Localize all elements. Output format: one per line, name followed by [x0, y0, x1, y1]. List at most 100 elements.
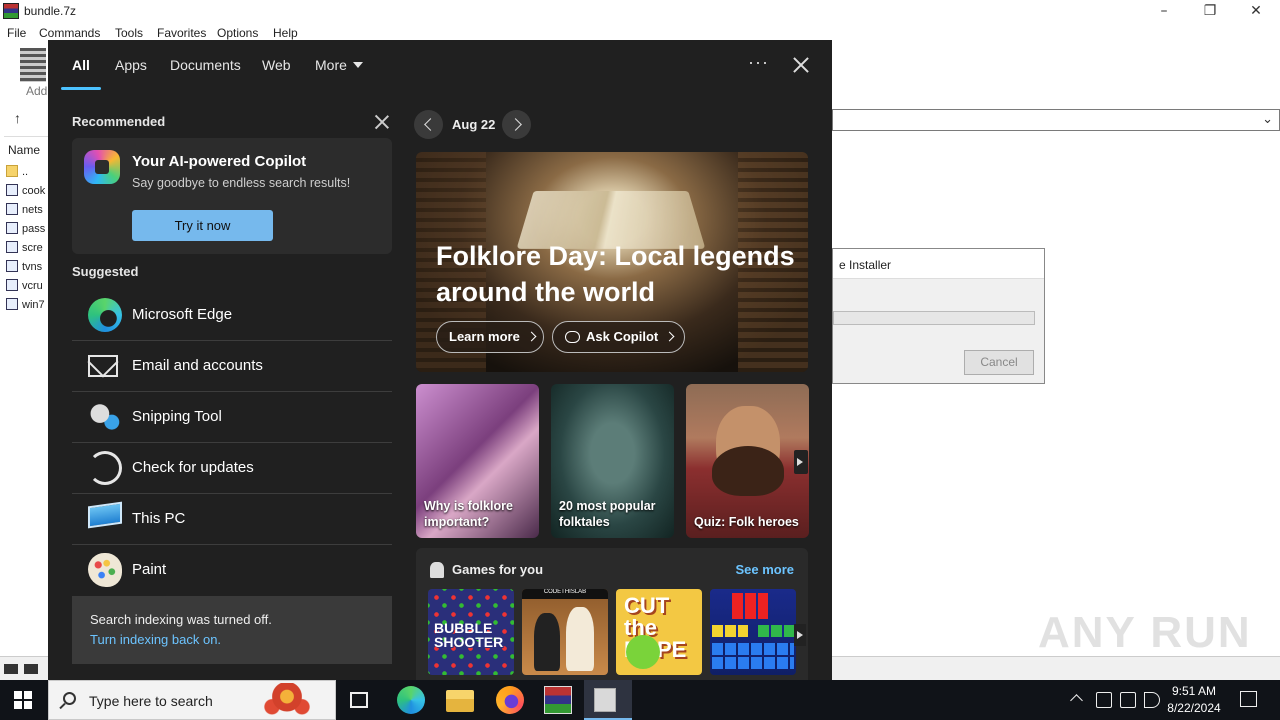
tab-web[interactable]: Web: [262, 57, 291, 73]
refresh-icon: [88, 451, 122, 485]
menu-file[interactable]: File: [7, 26, 26, 40]
black-king-image: [534, 613, 560, 671]
game-tile-blocks[interactable]: [710, 589, 796, 675]
menu-favorites[interactable]: Favorites: [157, 26, 206, 40]
block-row: [712, 657, 794, 669]
previous-day-button[interactable]: [414, 110, 443, 139]
search-flyout: All Apps Documents Web More ··· Recommen…: [48, 40, 832, 680]
try-it-now-button[interactable]: Try it now: [132, 210, 273, 241]
list-item[interactable]: pass: [6, 222, 45, 235]
white-king-image: [566, 607, 594, 671]
search-tabs: All Apps Documents Web More ···: [48, 40, 832, 92]
volume-icon[interactable]: [1144, 692, 1160, 708]
more-options-icon[interactable]: ···: [748, 52, 769, 73]
game-tile-chess[interactable]: CODETHISLAB: [522, 589, 608, 675]
tab-all[interactable]: All: [72, 57, 90, 73]
suggested-app-email[interactable]: Email and accounts: [72, 341, 392, 392]
suggested-app-snipping-tool[interactable]: Snipping Tool: [72, 392, 392, 443]
list-item[interactable]: vcru: [6, 279, 43, 292]
game-tile-cut-the-rope[interactable]: CUT the ROPE: [616, 589, 702, 675]
clock-date[interactable]: 8/22/2024: [1160, 701, 1228, 715]
app-label: Check for updates: [132, 459, 254, 476]
indexing-notice: Search indexing was turned off. Turn ind…: [72, 596, 392, 664]
add-archive-icon: [20, 48, 46, 82]
chevron-down-icon[interactable]: ⌄: [1262, 111, 1273, 127]
show-hidden-icons-icon[interactable]: [1070, 694, 1083, 707]
column-header-name[interactable]: Name: [8, 143, 40, 157]
restore-icon[interactable]: ❐: [1187, 0, 1233, 24]
network-icon[interactable]: [1120, 692, 1136, 708]
tab-more-label: More: [315, 57, 347, 73]
copilot-card[interactable]: Your AI-powered Copilot Say goodbye to e…: [72, 138, 392, 254]
suggested-app-updates[interactable]: Check for updates: [72, 443, 392, 494]
see-more-link[interactable]: See more: [735, 562, 794, 577]
app-label: Email and accounts: [132, 357, 263, 374]
chevron-right-icon: [664, 331, 675, 342]
block-shape: [758, 625, 794, 637]
hero-card[interactable]: Folklore Day: Local legends around the w…: [416, 152, 808, 372]
list-item[interactable]: ..: [6, 165, 28, 178]
edge-icon[interactable]: [397, 686, 425, 714]
file-explorer-icon[interactable]: [446, 690, 474, 712]
game-tile-bubble-shooter[interactable]: BUBBLE SHOOTER: [428, 589, 514, 675]
games-section: Games for you See more BUBBLE SHOOTER CO…: [416, 548, 808, 680]
list-item[interactable]: cook: [6, 184, 45, 197]
minimize-icon[interactable]: –: [1141, 0, 1187, 24]
add-button[interactable]: Add: [20, 48, 48, 98]
card-caption: 20 most popular folktales: [559, 499, 656, 529]
file-icon: [6, 203, 18, 215]
drive-icon: [4, 664, 40, 674]
list-item[interactable]: win7: [6, 298, 45, 311]
file-list: Name .. cook nets pass scre tvns vcru wi…: [4, 136, 48, 656]
menu-options[interactable]: Options: [217, 26, 258, 40]
taskbar-search-box[interactable]: Type here to search: [48, 680, 336, 720]
folktales-card[interactable]: 20 most popular folktales: [551, 384, 674, 538]
task-view-icon[interactable]: [350, 692, 368, 708]
quiz-card[interactable]: Quiz: Folk heroes: [686, 384, 809, 538]
add-button-label: Add: [26, 84, 48, 98]
windows-start-icon[interactable]: [14, 691, 32, 709]
cancel-button[interactable]: Cancel: [964, 350, 1034, 375]
learn-more-button[interactable]: Learn more: [436, 321, 544, 353]
block-row: [712, 643, 794, 655]
folklore-card[interactable]: Why is folklore important?: [416, 384, 539, 538]
menu-tools[interactable]: Tools: [115, 26, 143, 40]
tab-more[interactable]: More: [315, 57, 363, 73]
file-name: scre: [22, 242, 43, 254]
chat-icon: [565, 331, 580, 343]
winrar-icon[interactable]: [544, 686, 572, 714]
device-icon[interactable]: [1096, 692, 1112, 708]
list-item[interactable]: tvns: [6, 260, 42, 273]
close-window-icon[interactable]: ✕: [1233, 0, 1279, 24]
list-item[interactable]: scre: [6, 241, 43, 254]
folk-hero-beard: [712, 446, 784, 496]
next-day-button[interactable]: [502, 110, 531, 139]
installer-icon[interactable]: [594, 688, 616, 712]
tab-apps[interactable]: Apps: [115, 57, 147, 73]
close-icon[interactable]: [790, 54, 812, 76]
firefox-icon[interactable]: [496, 686, 524, 714]
up-arrow-icon[interactable]: ↑: [14, 110, 21, 126]
menu-commands[interactable]: Commands: [39, 26, 100, 40]
turn-indexing-on-link[interactable]: Turn indexing back on.: [90, 632, 221, 647]
file-name: nets: [22, 204, 43, 216]
file-name: win7: [22, 299, 45, 311]
games-next-icon[interactable]: [794, 624, 806, 646]
installer-progress-bar: [833, 311, 1035, 325]
suggested-app-this-pc[interactable]: This PC: [72, 494, 392, 545]
game-title: BUBBLE SHOOTER: [434, 620, 504, 650]
notifications-icon[interactable]: [1240, 691, 1257, 707]
indexing-message: Search indexing was turned off.: [90, 612, 272, 627]
hero-title: Folklore Day: Local legends around the w…: [436, 241, 795, 307]
cards-next-icon[interactable]: [794, 450, 808, 474]
tab-documents[interactable]: Documents: [170, 57, 241, 73]
ask-copilot-button[interactable]: Ask Copilot: [552, 321, 685, 353]
address-bar[interactable]: ⌄: [832, 109, 1280, 131]
clock-time[interactable]: 9:51 AM: [1160, 684, 1228, 698]
suggested-app-edge[interactable]: Microsoft Edge: [72, 290, 392, 341]
app-label: Paint: [132, 561, 167, 578]
suggested-app-paint[interactable]: Paint: [72, 545, 392, 596]
list-item[interactable]: nets: [6, 203, 43, 216]
menu-help[interactable]: Help: [273, 26, 298, 40]
dismiss-recommended-icon[interactable]: [374, 114, 390, 130]
